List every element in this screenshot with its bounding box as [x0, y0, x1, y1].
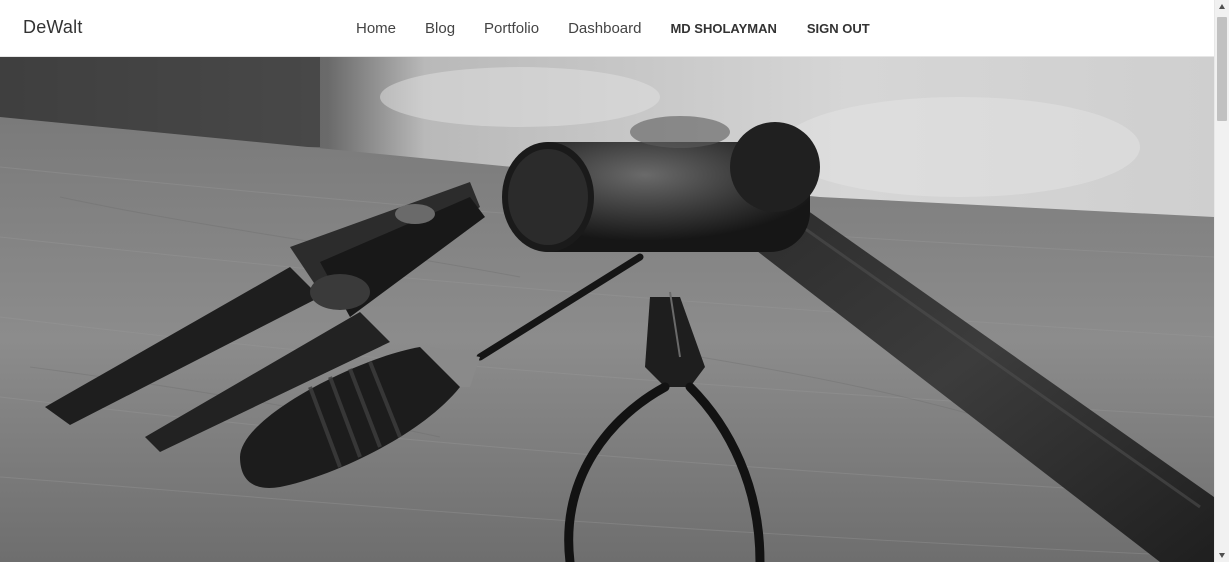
nav-link-blog[interactable]: Blog [425, 20, 455, 38]
sign-out-button[interactable]: SIGN OUT [807, 20, 870, 38]
scroll-thumb[interactable] [1217, 17, 1227, 121]
nav-link-portfolio[interactable]: Portfolio [484, 20, 539, 38]
nav-link-dashboard[interactable]: Dashboard [568, 20, 641, 38]
nav-links: Home Blog Portfolio Dashboard MD SHOLAYM… [356, 20, 870, 38]
scroll-up-arrow-icon[interactable] [1219, 4, 1225, 9]
page: DeWalt Home Blog Portfolio Dashboard MD … [0, 0, 1229, 562]
scroll-down-arrow-icon[interactable] [1219, 553, 1225, 558]
brand-logo[interactable]: DeWalt [23, 17, 83, 38]
nav-link-home[interactable]: Home [356, 20, 396, 38]
hero-image [0, 57, 1214, 562]
user-name-link[interactable]: MD SHOLAYMAN [670, 20, 776, 38]
hero-banner [0, 57, 1214, 562]
page-scrollbar[interactable] [1214, 0, 1229, 562]
top-navbar: DeWalt Home Blog Portfolio Dashboard MD … [0, 0, 1214, 57]
